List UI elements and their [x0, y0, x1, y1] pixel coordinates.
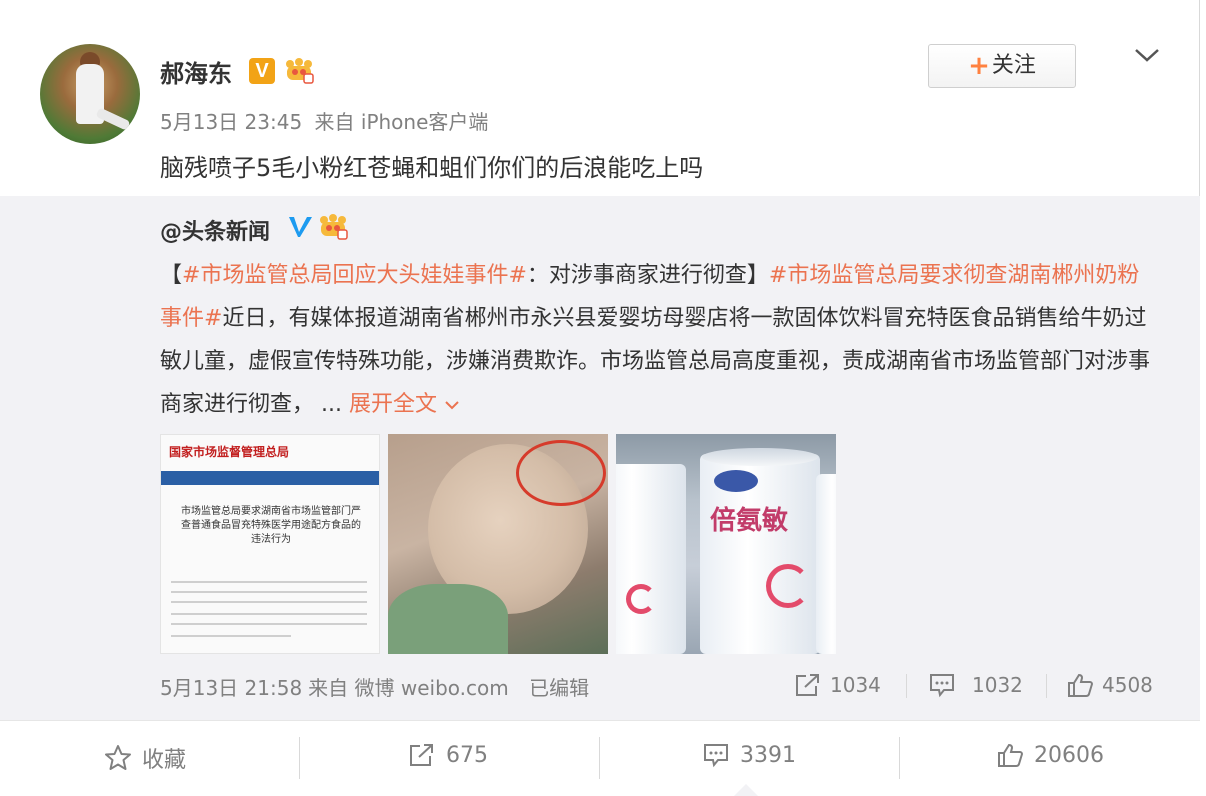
img3-swirl — [766, 564, 810, 608]
img1-text-line — [171, 591, 367, 593]
expand-chevron-icon — [445, 401, 459, 410]
author-avatar[interactable] — [40, 44, 140, 144]
v-blue-verified-icon[interactable] — [286, 214, 314, 240]
repost-source[interactable]: 来自 微博 weibo.com — [308, 676, 509, 700]
repost-comment-stat[interactable]: 1032 — [928, 672, 1023, 698]
expand-label: 展开全文 — [348, 392, 437, 417]
v-verified-icon[interactable]: V — [249, 58, 275, 84]
like-count: 20606 — [1034, 742, 1104, 768]
repost-crown-icon[interactable] — [318, 212, 348, 240]
favorite-button[interactable]: 收藏 — [104, 742, 186, 774]
post-text: 脑残喷子5毛小粉红苍蝇和蛆们你们的后浪能吃上吗 — [160, 154, 704, 182]
divider — [906, 674, 907, 698]
follow-button[interactable]: +关注 — [928, 44, 1076, 88]
topic-link-1[interactable]: #市场监管总局回应大头娃娃事件# — [182, 263, 527, 288]
avatar-figure-leg — [95, 107, 131, 131]
follow-label: 关注 — [991, 53, 1036, 78]
repost-meta: 5月13日 21:58 来自 微博 weibo.com 已编辑 — [160, 672, 603, 701]
favorite-label: 收藏 — [142, 748, 187, 773]
repost-image-1[interactable]: 国家市场监督管理总局 市场监管总局要求湖南省市场监管部门严查普通食品冒充特殊医学… — [160, 434, 380, 654]
thumbs-up-icon — [1068, 673, 1094, 697]
divider — [899, 737, 900, 779]
bracket-open: 【 — [160, 263, 183, 288]
comment-count: 3391 — [740, 742, 796, 768]
divider — [1046, 674, 1047, 698]
img1-text-line — [171, 613, 367, 615]
post-time[interactable]: 5月13日 23:45 — [160, 110, 302, 134]
plus-icon: + — [968, 51, 990, 81]
divider — [299, 737, 300, 779]
img3-can-lid — [702, 448, 818, 466]
comment-panel-caret — [734, 784, 758, 796]
share-icon — [410, 744, 433, 766]
img2-red-circle — [516, 440, 606, 506]
repost-count: 675 — [446, 742, 488, 768]
img3-brand-logo — [714, 470, 758, 492]
repost-text: 【#市场监管总局回应大头娃娃事件#：对涉事商家进行彻查】#市场监管总局要求彻查湖… — [160, 254, 1160, 426]
img1-article-title: 市场监管总局要求湖南省市场监管部门严查普通食品冒充特殊医学用途配方食品的违法行为 — [181, 506, 361, 545]
img1-nav-bar — [161, 471, 379, 485]
img3-swirl — [626, 584, 656, 614]
chevron-down-icon[interactable] — [1132, 40, 1162, 70]
img1-text-line — [171, 601, 367, 603]
crown-icon[interactable] — [284, 56, 314, 84]
weibo-post-card: 郝海东 V 5月13日 23:45 来自 iPhone客户端 脑残喷子5毛小粉红… — [0, 0, 1200, 796]
repost-image-3[interactable]: 倍氨敏 — [616, 434, 836, 654]
edited-label[interactable]: 已编辑 — [529, 676, 589, 700]
topic1-suffix: ：对涉事商家进行彻查】 — [526, 263, 769, 288]
repost-share-stat[interactable]: 1034 — [794, 672, 881, 698]
img1-text-line — [171, 581, 367, 583]
repost-comment-count: 1032 — [972, 673, 1023, 697]
comment-icon — [930, 674, 954, 698]
img2-shirt — [388, 584, 508, 654]
repost-image-2[interactable] — [388, 434, 608, 654]
repost-time[interactable]: 5月13日 21:58 — [160, 676, 302, 700]
thumbs-up-icon — [998, 743, 1024, 767]
img3-can-right — [816, 474, 836, 654]
repost-like-count: 4508 — [1102, 673, 1153, 697]
star-icon — [105, 745, 131, 770]
repost-share-count: 1034 — [830, 673, 881, 697]
repost-like-stat[interactable]: 4508 — [1066, 672, 1153, 698]
post-meta: 5月13日 23:45 来自 iPhone客户端 — [160, 106, 494, 135]
repost-body: 近日，有媒体报道湖南省郴州市永兴县爱婴坊母婴店将一款固体饮料冒充特医食品销售给牛… — [160, 306, 1151, 417]
share-icon — [796, 674, 819, 696]
repost-button[interactable]: 675 — [408, 742, 488, 768]
img1-text-line — [171, 635, 291, 637]
img1-header-text: 国家市场监督管理总局 — [169, 445, 290, 459]
img3-brand-text: 倍氨敏 — [710, 506, 789, 536]
author-name[interactable]: 郝海东 — [160, 54, 232, 89]
img3-can-left — [616, 464, 686, 654]
expand-full-text-link[interactable]: 展开全文 — [349, 392, 460, 417]
like-button[interactable]: 20606 — [996, 742, 1104, 768]
comment-icon — [704, 744, 728, 768]
divider — [599, 737, 600, 779]
img1-text-line — [171, 623, 367, 625]
repost-author-name[interactable]: @头条新闻 — [160, 214, 270, 246]
post-source[interactable]: 来自 iPhone客户端 — [315, 110, 489, 134]
comment-button[interactable]: 3391 — [702, 742, 796, 768]
ellipsis: ... — [314, 392, 349, 417]
